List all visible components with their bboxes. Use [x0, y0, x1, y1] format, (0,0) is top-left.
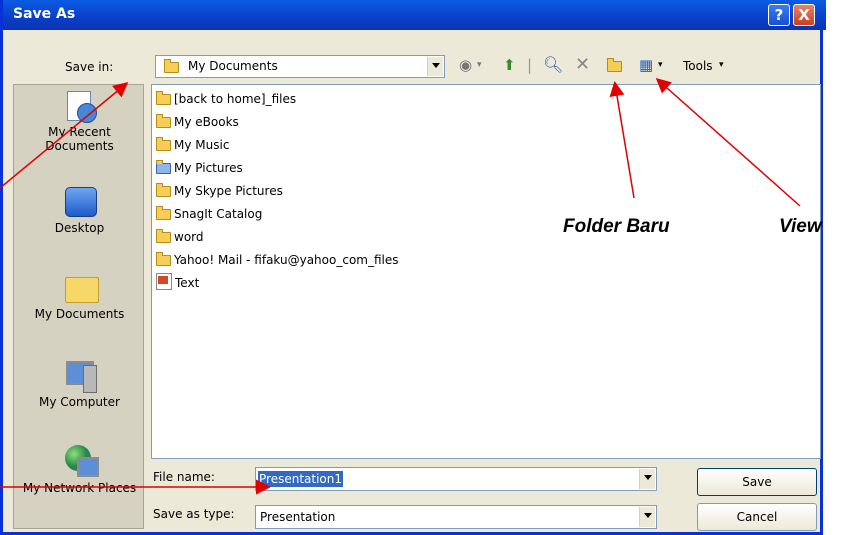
save-button[interactable]: Save — [697, 468, 817, 496]
folder-icon — [156, 252, 171, 266]
save-in-value: My Documents — [188, 59, 278, 73]
list-item[interactable]: My Pictures — [156, 158, 243, 178]
save-in-label: Save in: — [65, 60, 114, 74]
list-item[interactable]: word — [156, 227, 204, 247]
back-icon[interactable]: ◉ — [459, 57, 472, 73]
cancel-button[interactable]: Cancel — [697, 503, 817, 531]
back-dropdown-icon[interactable]: ▾ — [477, 57, 482, 73]
file-name-value: Presentation1 — [258, 471, 343, 487]
save-as-dialog: Save As ? X Save in: My Documents ◉ ▾ ⬆ … — [0, 0, 826, 535]
folder-icon — [156, 114, 171, 128]
place-label: My Computer — [39, 395, 120, 409]
folder-icon — [156, 206, 171, 220]
place-label: Desktop — [54, 221, 105, 235]
delete-icon[interactable]: ✕ — [575, 56, 590, 74]
chevron-down-icon[interactable] — [639, 469, 655, 489]
save-as-type-label: Save as type: — [153, 507, 235, 521]
place-label: My Recent Documents — [45, 125, 114, 153]
tools-menu[interactable]: Tools — [683, 59, 713, 73]
chevron-down-icon[interactable] — [639, 507, 655, 527]
search-web-icon[interactable]: 🔍︎ — [543, 57, 563, 73]
file-list[interactable]: [back to home]_files My eBooks My Music … — [151, 84, 821, 459]
folder-icon — [156, 229, 171, 243]
tools-dropdown-icon[interactable]: ▾ — [719, 57, 724, 73]
views-icon[interactable]: ▦ — [639, 57, 653, 73]
pictures-folder-icon — [156, 160, 171, 174]
list-item[interactable]: Yahoo! Mail - fifaku@yahoo_com_files — [156, 250, 399, 270]
toolbar-separator-icon: | — [527, 56, 533, 74]
views-dropdown-icon[interactable]: ▾ — [658, 57, 663, 73]
place-my-documents[interactable]: My Documents — [14, 271, 145, 321]
up-one-level-icon[interactable]: ⬆ — [503, 57, 516, 73]
place-desktop[interactable]: Desktop — [14, 185, 145, 235]
help-button[interactable]: ? — [768, 4, 790, 26]
place-my-computer[interactable]: My Computer — [14, 359, 145, 409]
list-item[interactable]: [back to home]_files — [156, 89, 296, 109]
music-folder-icon — [156, 137, 171, 151]
title-bar[interactable]: Save As ? X — [3, 0, 826, 30]
recent-documents-icon — [63, 89, 97, 123]
list-item[interactable]: My Skype Pictures — [156, 181, 283, 201]
folder-icon — [156, 91, 171, 105]
network-globe-icon — [63, 445, 99, 479]
desktop-icon — [63, 185, 97, 219]
place-label: My Documents — [34, 307, 125, 321]
window-title: Save As — [13, 6, 76, 22]
annotation-new-folder: Folder Baru — [563, 216, 670, 237]
list-item[interactable]: My eBooks — [156, 112, 239, 132]
my-documents-icon — [63, 271, 99, 305]
list-item[interactable]: Text — [156, 273, 199, 293]
place-my-recent-documents[interactable]: My Recent Documents — [14, 89, 145, 153]
save-as-type-value: Presentation — [260, 510, 336, 524]
new-folder-icon[interactable] — [607, 58, 622, 72]
close-button[interactable]: X — [793, 4, 815, 26]
file-name-input[interactable]: Presentation1 — [255, 467, 657, 491]
list-item[interactable]: SnagIt Catalog — [156, 204, 262, 224]
chevron-down-icon[interactable] — [427, 57, 443, 76]
presentation-file-icon — [156, 273, 172, 290]
computer-icon — [63, 359, 97, 393]
save-as-type-dropdown[interactable]: Presentation — [255, 505, 657, 529]
annotation-view: View — [779, 216, 822, 237]
places-bar: My Recent Documents Desktop My Documents… — [13, 84, 144, 529]
list-item[interactable]: My Music — [156, 135, 229, 155]
file-name-label: File name: — [153, 470, 215, 484]
place-label: My Network Places — [22, 481, 137, 495]
place-my-network-places[interactable]: My Network Places — [14, 445, 145, 495]
folder-icon — [156, 183, 171, 197]
save-in-dropdown[interactable]: My Documents — [155, 55, 445, 78]
my-documents-folder-icon — [164, 59, 179, 73]
